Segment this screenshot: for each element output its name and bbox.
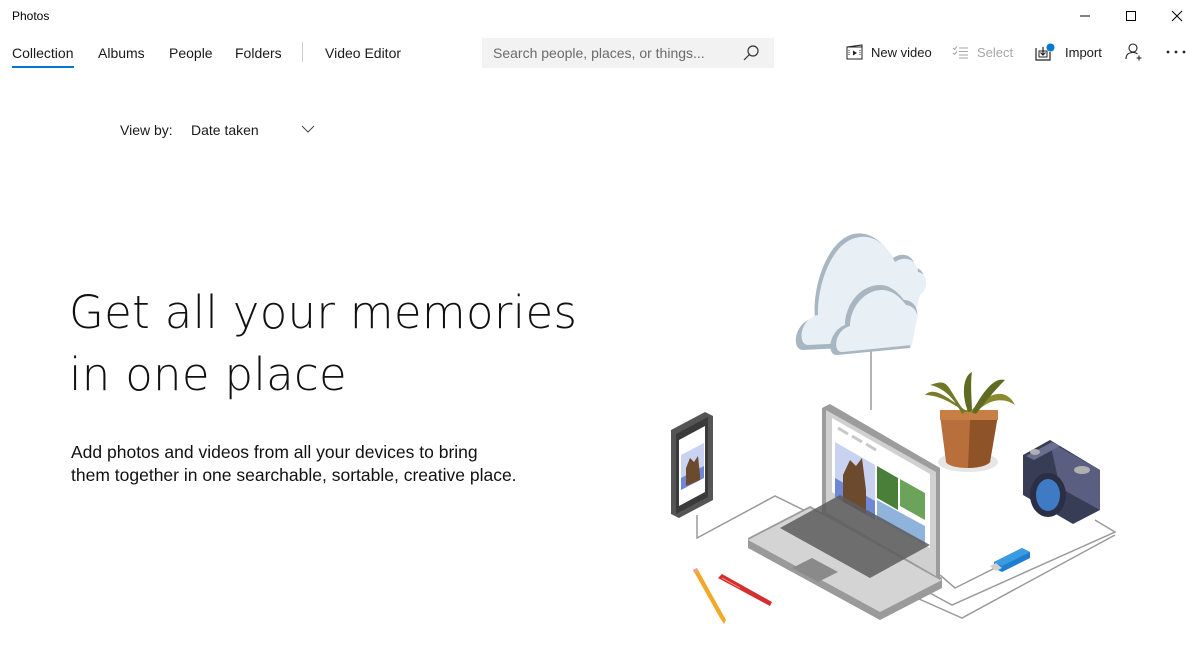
import-icon xyxy=(1035,43,1055,61)
title-line-1: Get all your memories xyxy=(69,286,578,339)
import-badge xyxy=(1046,43,1055,52)
pen-icon xyxy=(718,574,772,606)
film-icon xyxy=(846,44,863,60)
new-video-label: New video xyxy=(871,44,932,60)
tab-people[interactable]: People xyxy=(169,45,213,61)
laptop-icon xyxy=(748,404,942,620)
tab-folders[interactable]: Folders xyxy=(235,45,282,61)
search-box xyxy=(482,38,774,68)
usb-drive-icon xyxy=(990,548,1030,572)
devices-illustration xyxy=(671,233,1117,624)
add-person-icon xyxy=(1125,43,1142,61)
tab-video-editor[interactable]: Video Editor xyxy=(325,45,401,61)
select-label: Select xyxy=(977,44,1014,60)
search-input[interactable] xyxy=(482,38,732,68)
search-icon[interactable] xyxy=(742,44,760,62)
tab-albums[interactable]: Albums xyxy=(98,45,145,61)
account-button[interactable] xyxy=(1125,40,1151,64)
nav-divider xyxy=(302,42,303,62)
camera-icon xyxy=(1023,440,1100,524)
chevron-down-icon[interactable] xyxy=(301,124,315,134)
cloud-icon xyxy=(795,233,927,355)
active-tab-indicator xyxy=(12,66,74,68)
empty-state-title: Get all your memories in one place xyxy=(69,282,629,406)
empty-state-description: Add photos and videos from all your devi… xyxy=(71,441,551,487)
close-icon xyxy=(1171,10,1183,22)
description-line-1: Add photos and videos from all your devi… xyxy=(71,442,478,462)
title-line-2: in one place xyxy=(69,348,348,401)
description-line-2: them together in one searchable, sortabl… xyxy=(71,465,517,485)
tab-collection[interactable]: Collection xyxy=(12,45,73,61)
view-by-dropdown[interactable]: Date taken xyxy=(191,122,259,138)
checklist-icon xyxy=(952,46,968,59)
maximize-button[interactable] xyxy=(1108,0,1154,32)
minimize-button[interactable] xyxy=(1062,0,1108,32)
phone-icon xyxy=(671,412,713,518)
more-options-button[interactable] xyxy=(1165,40,1195,64)
view-by-label: View by: xyxy=(120,122,173,138)
import-button[interactable]: Import xyxy=(1035,40,1102,64)
maximize-icon xyxy=(1126,11,1136,21)
close-button[interactable] xyxy=(1154,0,1200,32)
plant-icon xyxy=(925,372,1015,472)
minimize-icon xyxy=(1080,15,1090,17)
new-video-button[interactable]: New video xyxy=(846,40,932,64)
more-icon xyxy=(1166,50,1186,54)
select-button[interactable]: Select xyxy=(952,40,1013,64)
import-label: Import xyxy=(1065,44,1102,60)
app-title: Photos xyxy=(12,9,50,23)
title-bar: Photos xyxy=(0,0,1200,32)
